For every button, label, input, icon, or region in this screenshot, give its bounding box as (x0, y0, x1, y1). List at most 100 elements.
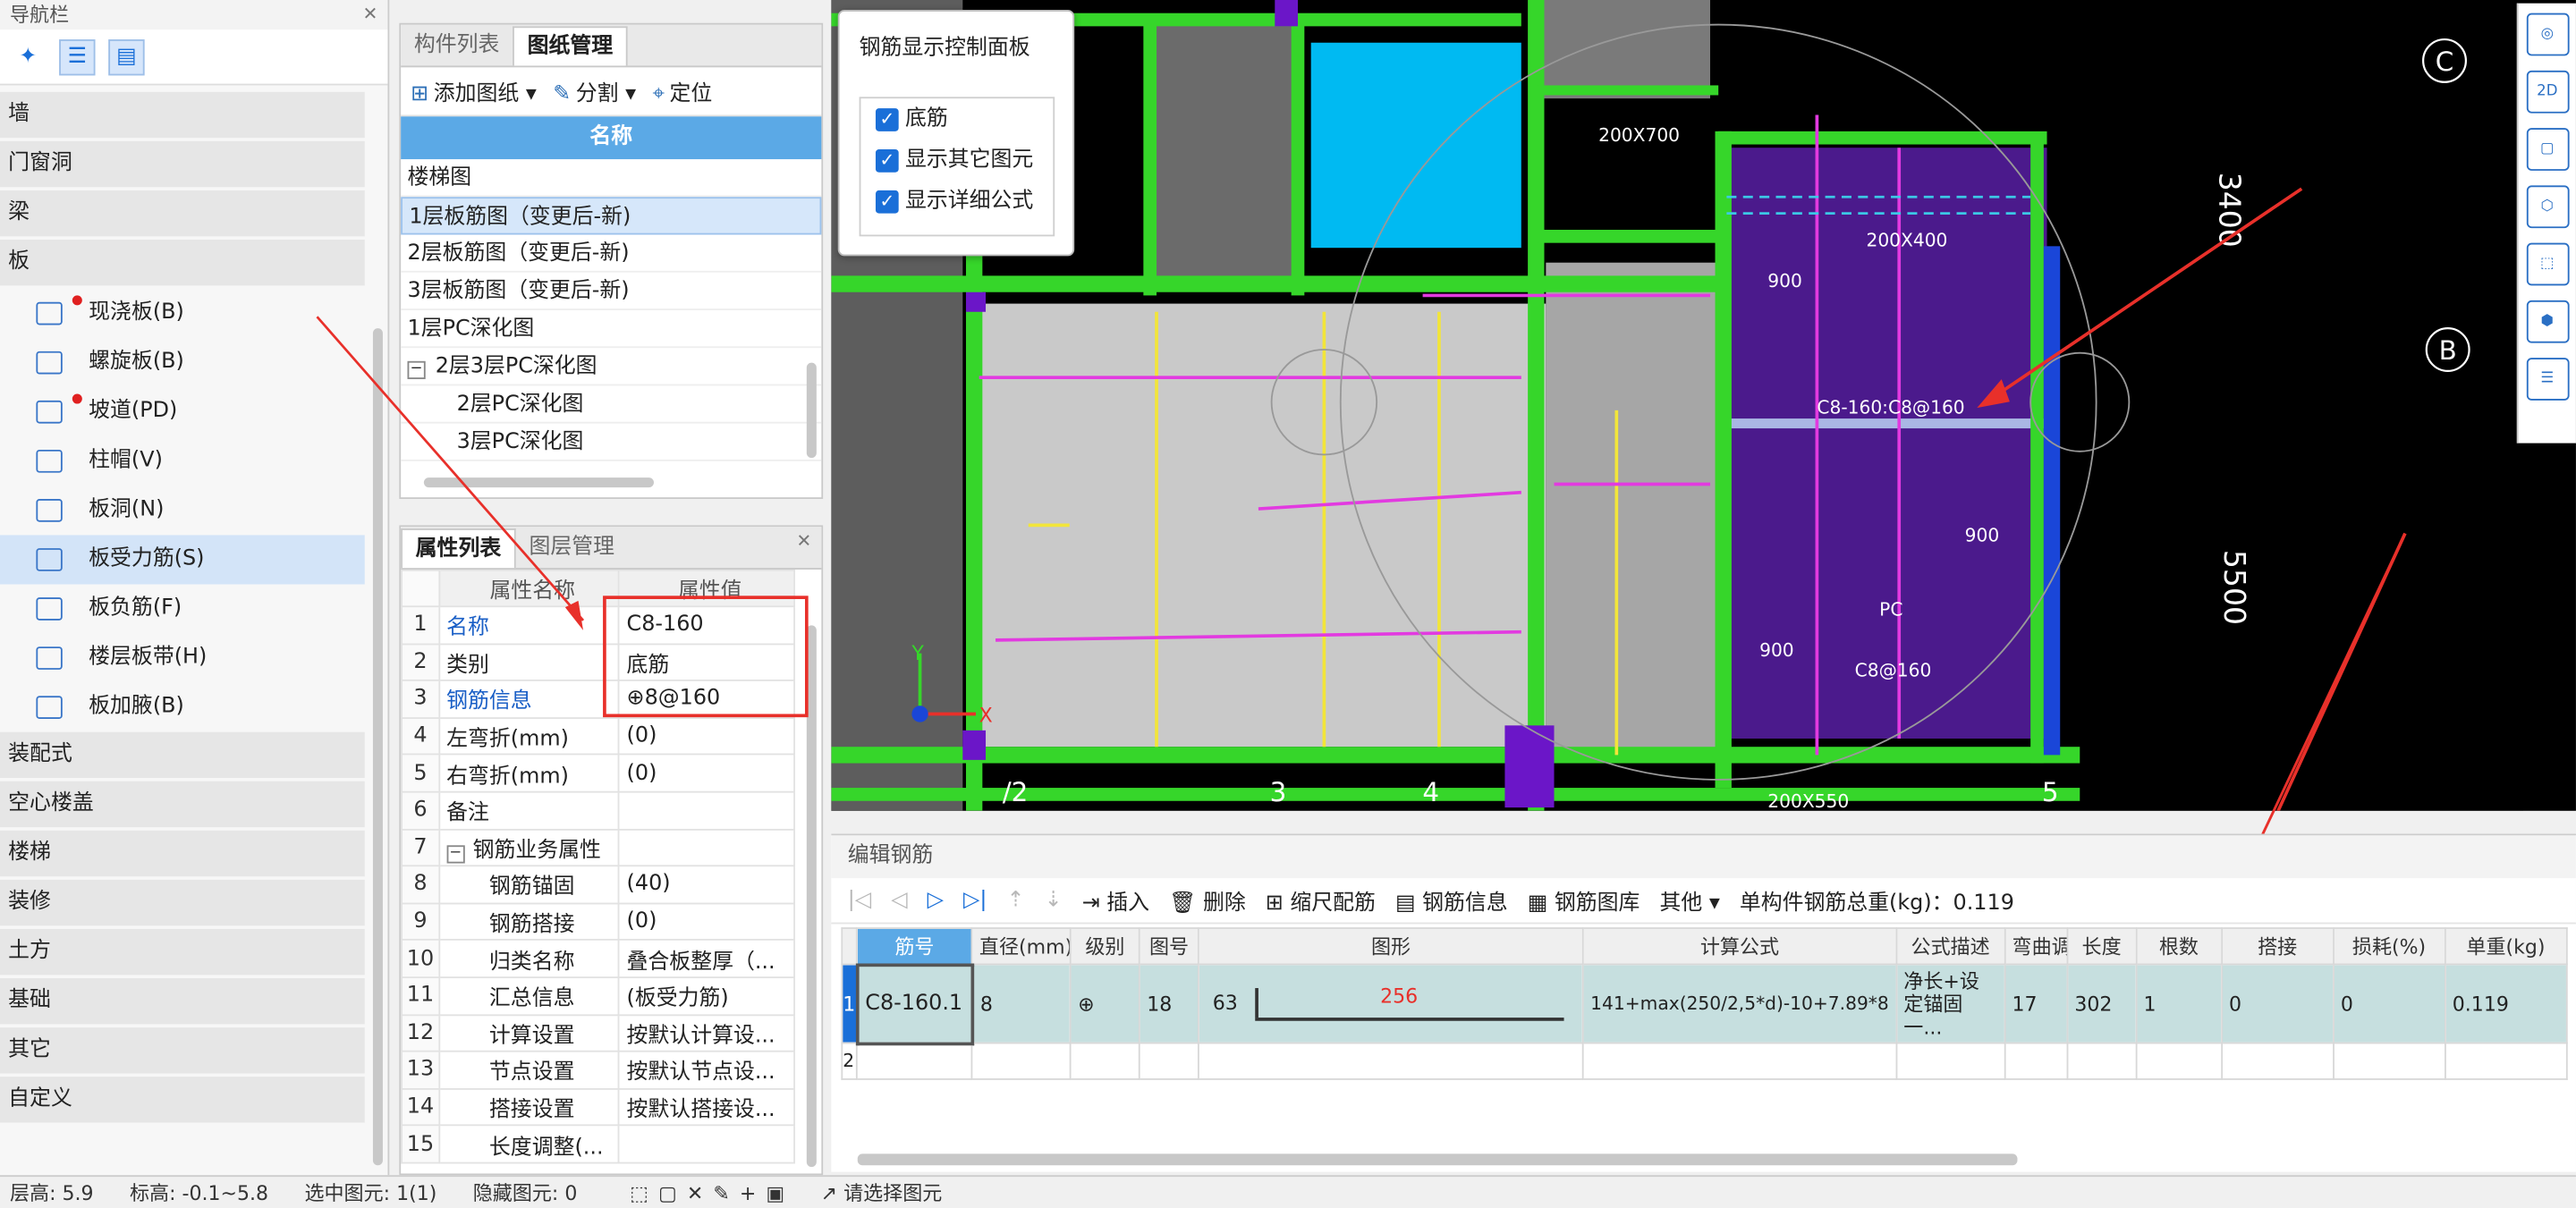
other-menu[interactable]: 其他 ▾ (1659, 884, 1719, 917)
rebar-cell-bend[interactable]: 17 (2004, 963, 2068, 1044)
drawing-row[interactable]: 3层PC深化图 (401, 424, 822, 461)
rebar-cell-dia[interactable]: 8 (970, 963, 1072, 1044)
rebar-empty-row[interactable]: 2 (841, 1042, 2568, 1080)
nav-category[interactable]: 装修 (0, 879, 365, 926)
rebar-hscrollbar[interactable] (857, 1153, 2018, 1166)
rect-select-icon[interactable]: ▢ (658, 1181, 677, 1204)
property-value[interactable]: (0) (618, 902, 795, 942)
cross-select-icon[interactable]: ✕ (687, 1181, 703, 1204)
drawing-row[interactable]: −2层3层PC深化图 (401, 348, 822, 386)
collapse-toggle-icon[interactable]: − (407, 360, 426, 380)
rebar-cell-count[interactable]: 1 (2135, 963, 2223, 1044)
property-row[interactable]: 11 汇总信息 (板受力筋) (401, 976, 795, 1016)
drawing-row[interactable]: 3层板筋图（变更后-新) (401, 273, 822, 310)
empty-cell[interactable] (2332, 1042, 2446, 1080)
property-value[interactable] (618, 1124, 795, 1164)
rebar-cell-lap[interactable]: 0 (2220, 963, 2334, 1044)
nav-category[interactable]: 其它 (0, 1027, 365, 1074)
empty-cell[interactable] (2135, 1042, 2223, 1080)
tab-component-list[interactable]: 构件列表 (401, 26, 513, 65)
property-value[interactable]: (40) (618, 865, 795, 904)
empty-cell[interactable] (1198, 1042, 1584, 1080)
property-value[interactable]: (0) (618, 754, 795, 793)
empty-cell[interactable] (1069, 1042, 1140, 1080)
nav-item[interactable]: slab-haunch-icon 板加腋(B) (0, 683, 365, 732)
pen-tool-icon[interactable]: ✎ (713, 1181, 729, 1204)
2d-view-icon[interactable]: 2D (2525, 70, 2569, 114)
close-icon[interactable]: ✕ (796, 530, 811, 552)
orbit-icon[interactable]: ◎ (2525, 13, 2569, 56)
empty-cell[interactable] (1139, 1042, 1200, 1080)
drawing-hscrollbar[interactable] (423, 477, 655, 488)
nav-category[interactable]: 基础 (0, 978, 365, 1025)
3d-view-icon[interactable]: ⬡ (2525, 185, 2569, 229)
expand-icon[interactable]: ✦ (10, 38, 46, 74)
property-value[interactable]: 按默认计算设... (618, 1013, 795, 1052)
display-settings-icon[interactable]: ⬢ (2525, 300, 2569, 343)
split-button[interactable]: ✎ 分割 ▾ (553, 75, 636, 107)
nav-category[interactable]: 空心楼盖 (0, 781, 365, 828)
display-checkbox[interactable]: ✓ 显示详细公式 (860, 181, 1053, 222)
property-value[interactable]: (0) (618, 716, 795, 756)
nav-category[interactable]: 板 (0, 239, 365, 286)
last-icon[interactable]: ▷| (963, 888, 987, 913)
nav-item[interactable]: slab-hole-icon 板洞(N) (0, 486, 365, 535)
add-tool-icon[interactable]: + (740, 1181, 756, 1204)
property-value[interactable]: 按默认节点设... (618, 1051, 795, 1090)
delete-button[interactable]: 🗑 删除 (1169, 884, 1246, 917)
property-row[interactable]: 15 长度调整(... (401, 1124, 795, 1164)
empty-cell[interactable] (2220, 1042, 2334, 1080)
select-region-icon[interactable]: ⬚ (2525, 242, 2569, 286)
drawing-row[interactable]: 1层板筋图（变更后-新) (401, 197, 822, 235)
empty-cell[interactable] (2066, 1042, 2138, 1080)
locate-button[interactable]: ⌖ 定位 (653, 75, 713, 107)
property-row[interactable]: 12 计算设置 按默认计算设... (401, 1013, 795, 1052)
rebar-cell-length[interactable]: 302 (2066, 963, 2138, 1044)
calc-tool-icon[interactable]: ▣ (766, 1181, 784, 1204)
insert-button[interactable]: ⇥ 插入 (1082, 884, 1149, 917)
property-row[interactable]: 7− 钢筋业务属性 (401, 828, 795, 867)
nav-scrollbar[interactable] (372, 328, 383, 1166)
nav-item[interactable]: column-cap-icon 柱帽(V) (0, 436, 365, 486)
property-value[interactable] (618, 790, 795, 830)
nav-category[interactable]: 装配式 (0, 731, 365, 779)
layer-list-icon[interactable]: ☰ (2525, 358, 2569, 401)
formula[interactable]: 141+max(250/2,5*d)-10+7.89*8 (1582, 963, 1897, 1044)
display-checkbox[interactable]: ✓ 显示其它图元 (860, 139, 1053, 181)
property-row[interactable]: 4 左弯折(mm) (0) (401, 716, 795, 756)
property-value[interactable]: (板受力筋) (618, 976, 795, 1016)
nav-category[interactable]: 墙 (0, 91, 365, 139)
detail-view-icon[interactable]: ▤ (108, 38, 145, 75)
list-view-icon[interactable]: ☰ (59, 38, 96, 75)
drawing-row[interactable]: 1层PC深化图 (401, 310, 822, 349)
drawing-row[interactable]: 楼梯图 (401, 159, 822, 198)
rebar-cell-weight[interactable]: 0.119 (2444, 963, 2568, 1044)
display-checkbox[interactable]: ✓ 底筋 (860, 98, 1053, 139)
drawing-row[interactable]: 2层PC深化图 (401, 385, 822, 424)
property-row[interactable]: 8 钢筋锚固 (40) (401, 865, 795, 904)
property-row[interactable]: 6 备注 (401, 790, 795, 830)
rebar-row[interactable]: 1 C8-160.1 8 ⊕ 18 63 256 141+max(250/2,5*d)-10+… (841, 962, 2568, 1045)
select-tool-icon[interactable]: ⬚ (630, 1181, 648, 1204)
property-row[interactable]: 14 搭接设置 按默认搭接设... (401, 1087, 795, 1127)
rebar-cell-fig[interactable]: 18 (1139, 963, 1200, 1044)
rebar-cell-grade[interactable]: ⊕ (1069, 963, 1140, 1044)
empty-cell[interactable] (856, 1042, 973, 1080)
empty-cell[interactable] (970, 1042, 1072, 1080)
tab-layer-management[interactable]: 图层管理 (516, 528, 628, 568)
empty-cell[interactable] (2444, 1042, 2568, 1080)
collapse-toggle-icon[interactable]: − (446, 845, 465, 864)
empty-cell[interactable] (1895, 1042, 2006, 1080)
add-drawing-button[interactable]: ⊞ 添加图纸 ▾ (411, 75, 537, 107)
first-icon[interactable]: |◁ (848, 888, 871, 913)
property-row[interactable]: 13 节点设置 按默认节点设... (401, 1051, 795, 1090)
empty-cell[interactable] (2004, 1042, 2068, 1080)
tab-property-list[interactable]: 属性列表 (401, 528, 516, 569)
tab-drawing-management[interactable]: 图纸管理 (513, 26, 628, 66)
close-icon[interactable]: ✕ (363, 0, 378, 30)
drawing-vscrollbar[interactable] (806, 362, 817, 459)
nav-item[interactable]: slab-negative-rebar-icon 板负筋(F) (0, 584, 365, 633)
rebar-library-button[interactable]: ▦ 钢筋图库 (1528, 884, 1640, 917)
property-row[interactable]: 5 右弯折(mm) (0) (401, 754, 795, 793)
property-row[interactable]: 9 钢筋搭接 (0) (401, 902, 795, 942)
